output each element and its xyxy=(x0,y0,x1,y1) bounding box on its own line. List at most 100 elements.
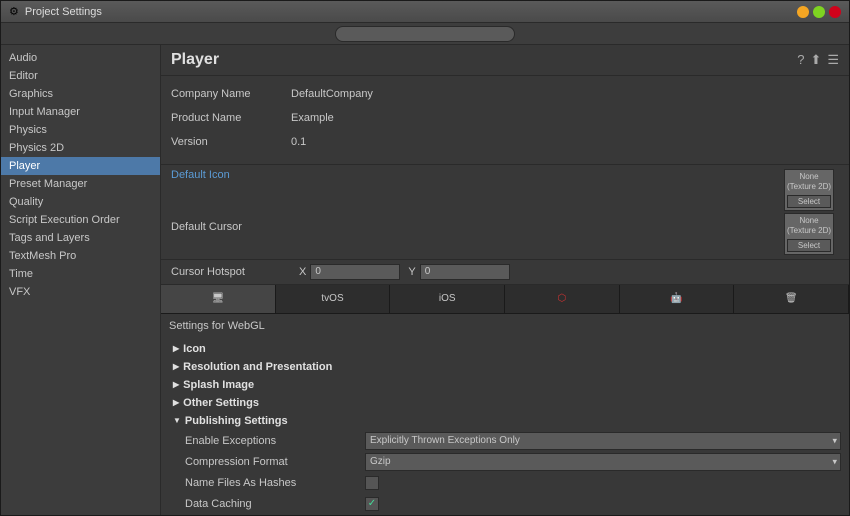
default-cursor-row: Default Cursor xyxy=(171,221,784,233)
enable-exceptions-label: Enable Exceptions xyxy=(185,435,365,447)
splash-section-header[interactable]: ▶ Splash Image xyxy=(169,376,841,394)
window-icon: ⚙ xyxy=(9,5,19,18)
project-settings-window: ⚙ Project Settings AudioEditorGraphicsIn… xyxy=(0,0,850,516)
hotspot-y: Y xyxy=(408,264,509,280)
window-title: Project Settings xyxy=(25,6,791,18)
y-label: Y xyxy=(408,266,415,278)
default-icon-link[interactable]: Default Icon xyxy=(171,169,230,181)
right-previews: None (Texture 2D) Select None (Texture 2… xyxy=(784,169,839,255)
hotspot-x: X xyxy=(299,264,400,280)
hotspot-label: Cursor Hotspot xyxy=(171,266,291,278)
sidebar-item-time[interactable]: Time xyxy=(1,265,160,283)
product-name-label: Product Name xyxy=(171,112,291,124)
default-cursor-label: Default Cursor xyxy=(171,221,242,233)
cursor-preview-text: None (Texture 2D) xyxy=(787,216,831,237)
tab-other[interactable]: 🗑 xyxy=(734,285,849,313)
main-content: AudioEditorGraphicsInput ManagerPhysicsP… xyxy=(1,45,849,515)
sidebar-item-player[interactable]: Player xyxy=(1,157,160,175)
icon-section-label: Icon xyxy=(183,343,206,355)
version-label: Version xyxy=(171,136,291,148)
page-title: Player xyxy=(171,51,219,69)
resolution-section-label: Resolution and Presentation xyxy=(183,361,332,373)
search-bar xyxy=(1,23,849,45)
menu-icon[interactable]: ☰ xyxy=(827,52,839,68)
other-section-header[interactable]: ▶ Other Settings xyxy=(169,394,841,412)
product-name-value: Example xyxy=(291,112,334,124)
sidebar-item-preset-manager[interactable]: Preset Manager xyxy=(1,175,160,193)
sidebar-item-physics-2d[interactable]: Physics 2D xyxy=(1,139,160,157)
default-icon-row: Default Icon xyxy=(171,169,784,181)
pin-icon[interactable]: ⬆ xyxy=(810,52,821,68)
version-value: 0.1 xyxy=(291,136,306,148)
sidebar-item-tags-and-layers[interactable]: Tags and Layers xyxy=(1,229,160,247)
company-name-value: DefaultCompany xyxy=(291,88,373,100)
publishing-section-header[interactable]: ▼ Publishing Settings xyxy=(169,412,841,430)
ios-label: iOS xyxy=(439,293,456,304)
icon-preview-text: None (Texture 2D) xyxy=(787,172,831,193)
publishing-subsection: Enable Exceptions Explicitly Thrown Exce… xyxy=(169,430,841,515)
data-caching-label: Data Caching xyxy=(185,498,365,510)
settings-for-label: Settings for WebGL xyxy=(169,318,841,334)
name-files-checkbox[interactable] xyxy=(365,476,379,490)
compression-format-label: Compression Format xyxy=(185,456,365,468)
product-name-row: Product Name Example xyxy=(171,108,839,128)
sidebar-item-quality[interactable]: Quality xyxy=(1,193,160,211)
desktop-icon: 🖥 xyxy=(211,293,224,304)
sidebar-item-audio[interactable]: Audio xyxy=(1,49,160,67)
android-icon: 🤖 xyxy=(670,293,682,304)
enable-exceptions-wrapper: Explicitly Thrown Exceptions Only None F… xyxy=(365,432,841,450)
webgl-icon: ⬡ xyxy=(557,293,566,304)
content-header: Player ? ⬆ ☰ xyxy=(161,45,849,76)
window-controls xyxy=(797,6,841,18)
sidebar-item-editor[interactable]: Editor xyxy=(1,67,160,85)
publishing-section-label: Publishing Settings xyxy=(185,415,288,427)
compression-format-select[interactable]: Gzip Brotli Disabled xyxy=(365,453,841,471)
header-icons: ? ⬆ ☰ xyxy=(797,52,839,68)
company-name-label: Company Name xyxy=(171,88,291,100)
title-bar: ⚙ Project Settings xyxy=(1,1,849,23)
resolution-triangle: ▶ xyxy=(173,362,179,371)
tab-webgl[interactable]: ⬡ xyxy=(505,285,620,313)
icon-cursor-labels: Default Icon Default Cursor xyxy=(171,169,784,233)
icon-section-header[interactable]: ▶ Icon xyxy=(169,340,841,358)
sidebar-item-graphics[interactable]: Graphics xyxy=(1,85,160,103)
name-files-label: Name Files As Hashes xyxy=(185,477,365,489)
platform-tabs: 🖥 tvOS iOS ⬡ 🤖 🗑 xyxy=(161,285,849,314)
x-input[interactable] xyxy=(310,264,400,280)
tvos-label: tvOS xyxy=(321,293,343,304)
compression-format-row: Compression Format Gzip Brotli Disabled xyxy=(185,453,841,471)
maximize-button[interactable] xyxy=(813,6,825,18)
compression-format-wrapper: Gzip Brotli Disabled xyxy=(365,453,841,471)
icon-preview-box: None (Texture 2D) Select xyxy=(784,169,834,211)
name-files-row: Name Files As Hashes xyxy=(185,474,841,492)
sidebar-item-physics[interactable]: Physics xyxy=(1,121,160,139)
icon-select-button[interactable]: Select xyxy=(787,195,831,208)
version-row: Version 0.1 xyxy=(171,132,839,152)
icon-triangle: ▶ xyxy=(173,344,179,353)
data-caching-row: Data Caching ✓ xyxy=(185,495,841,513)
resolution-section-header[interactable]: ▶ Resolution and Presentation xyxy=(169,358,841,376)
cursor-preview-box: None (Texture 2D) Select xyxy=(784,213,834,255)
cursor-select-button[interactable]: Select xyxy=(787,239,831,252)
data-caching-checkbox[interactable]: ✓ xyxy=(365,497,379,511)
tab-android[interactable]: 🤖 xyxy=(620,285,735,313)
close-button[interactable] xyxy=(829,6,841,18)
minimize-button[interactable] xyxy=(797,6,809,18)
sidebar-item-input-manager[interactable]: Input Manager xyxy=(1,103,160,121)
search-input[interactable] xyxy=(335,26,515,42)
sidebar-item-textmesh-pro[interactable]: TextMesh Pro xyxy=(1,247,160,265)
x-label: X xyxy=(299,266,306,278)
splash-section-label: Splash Image xyxy=(183,379,254,391)
tab-tvos[interactable]: tvOS xyxy=(276,285,391,313)
fields-section: Company Name DefaultCompany Product Name… xyxy=(161,76,849,165)
tab-desktop[interactable]: 🖥 xyxy=(161,285,276,313)
webgl-settings: Settings for WebGL ▶ Icon ▶ Resolution a… xyxy=(161,314,849,515)
help-icon[interactable]: ? xyxy=(797,52,804,68)
sidebar-item-script-execution-order[interactable]: Script Execution Order xyxy=(1,211,160,229)
other-section-label: Other Settings xyxy=(183,397,259,409)
tab-ios[interactable]: iOS xyxy=(390,285,505,313)
y-input[interactable] xyxy=(420,264,510,280)
sidebar-item-vfx[interactable]: VFX xyxy=(1,283,160,301)
enable-exceptions-select[interactable]: Explicitly Thrown Exceptions Only None F… xyxy=(365,432,841,450)
icon-section: Default Icon Default Cursor None (Textur… xyxy=(161,165,849,260)
